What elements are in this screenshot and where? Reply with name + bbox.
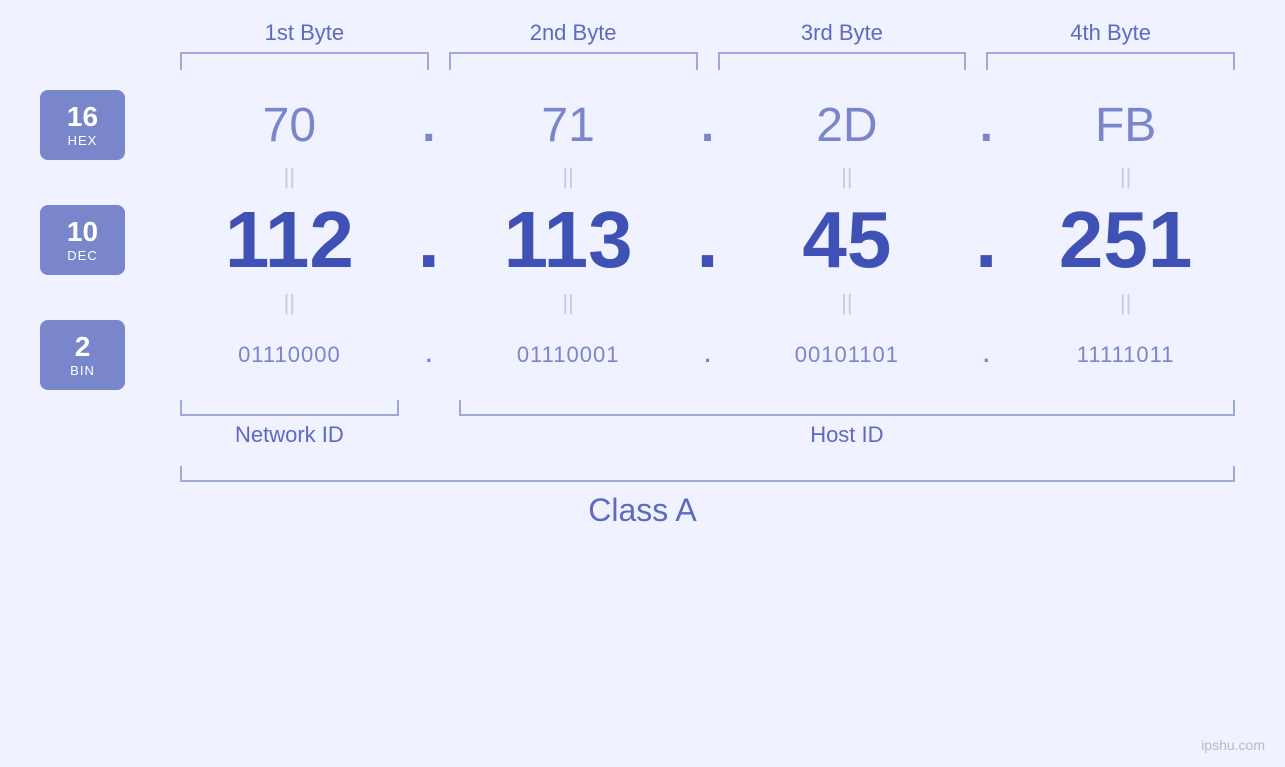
eq-7: || (728, 292, 967, 314)
eq-8: || (1006, 292, 1245, 314)
bin-badge-number: 2 (75, 332, 91, 363)
top-bracket-row (40, 52, 1245, 70)
network-id-label: Network ID (170, 422, 409, 448)
class-label-row: Class A (40, 492, 1245, 529)
bottom-bracket-row (40, 400, 1245, 416)
bracket-3 (718, 52, 967, 70)
watermark: ipshu.com (1201, 737, 1265, 753)
dec-dot-3: . (966, 194, 1006, 286)
bin-val-1: 01110000 (170, 342, 409, 368)
hex-badge-label: HEX (68, 133, 98, 148)
hex-val-2: 71 (449, 98, 688, 153)
host-id-label: Host ID (449, 422, 1245, 448)
class-bracket-container (40, 466, 1245, 482)
host-id-bracket (459, 400, 1235, 416)
eq-5: || (170, 292, 409, 314)
main-container: 1st Byte 2nd Byte 3rd Byte 4th Byte 16 H… (0, 0, 1285, 767)
dec-val-1: 112 (170, 194, 409, 286)
hex-dot-2: . (688, 98, 728, 153)
byte-header-3: 3rd Byte (708, 20, 977, 52)
bracket-4 (986, 52, 1235, 70)
bin-badge: 2 BIN (40, 320, 125, 390)
dec-val-2: 113 (449, 194, 688, 286)
hex-dot-3: . (966, 98, 1006, 153)
byte-header-2: 2nd Byte (439, 20, 708, 52)
hex-badge: 16 HEX (40, 90, 125, 160)
bracket-1 (180, 52, 429, 70)
dec-dot-2: . (688, 194, 728, 286)
bin-dot-3: . (966, 342, 1006, 368)
equals-row-1: || || || || (40, 166, 1245, 188)
bin-dot-1: . (409, 342, 449, 368)
hex-badge-number: 16 (67, 102, 98, 133)
byte-header-1: 1st Byte (170, 20, 439, 52)
eq-2: || (449, 166, 688, 188)
hex-dot-1: . (409, 98, 449, 153)
hex-val-4: FB (1006, 98, 1245, 153)
dec-dot-1: . (409, 194, 449, 286)
bin-badge-label: BIN (70, 363, 95, 378)
network-id-bracket (180, 400, 399, 416)
bin-dot-2: . (688, 342, 728, 368)
dec-badge: 10 DEC (40, 205, 125, 275)
dec-row: 10 DEC 112 . 113 . 45 . 251 (40, 194, 1245, 286)
dec-badge-label: DEC (67, 248, 97, 263)
eq-1: || (170, 166, 409, 188)
dec-val-4: 251 (1006, 194, 1245, 286)
bin-val-4: 11111011 (1006, 342, 1245, 368)
class-a-bracket (180, 466, 1235, 482)
eq-3: || (728, 166, 967, 188)
eq-6: || (449, 292, 688, 314)
bracket-2 (449, 52, 698, 70)
hex-row: 16 HEX 70 . 71 . 2D . FB (40, 90, 1245, 160)
id-labels-row: Network ID Host ID (40, 422, 1245, 448)
class-a-label: Class A (588, 492, 696, 528)
dec-val-3: 45 (728, 194, 967, 286)
eq-4: || (1006, 166, 1245, 188)
dec-badge-number: 10 (67, 217, 98, 248)
equals-row-2: || || || || (40, 292, 1245, 314)
byte-header-4: 4th Byte (976, 20, 1245, 52)
hex-val-3: 2D (728, 98, 967, 153)
bin-val-2: 01110001 (449, 342, 688, 368)
bin-row: 2 BIN 01110000 . 01110001 . 00101101 . 1… (40, 320, 1245, 390)
byte-headers-row: 1st Byte 2nd Byte 3rd Byte 4th Byte (40, 20, 1245, 52)
bin-val-3: 00101101 (728, 342, 967, 368)
hex-val-1: 70 (170, 98, 409, 153)
